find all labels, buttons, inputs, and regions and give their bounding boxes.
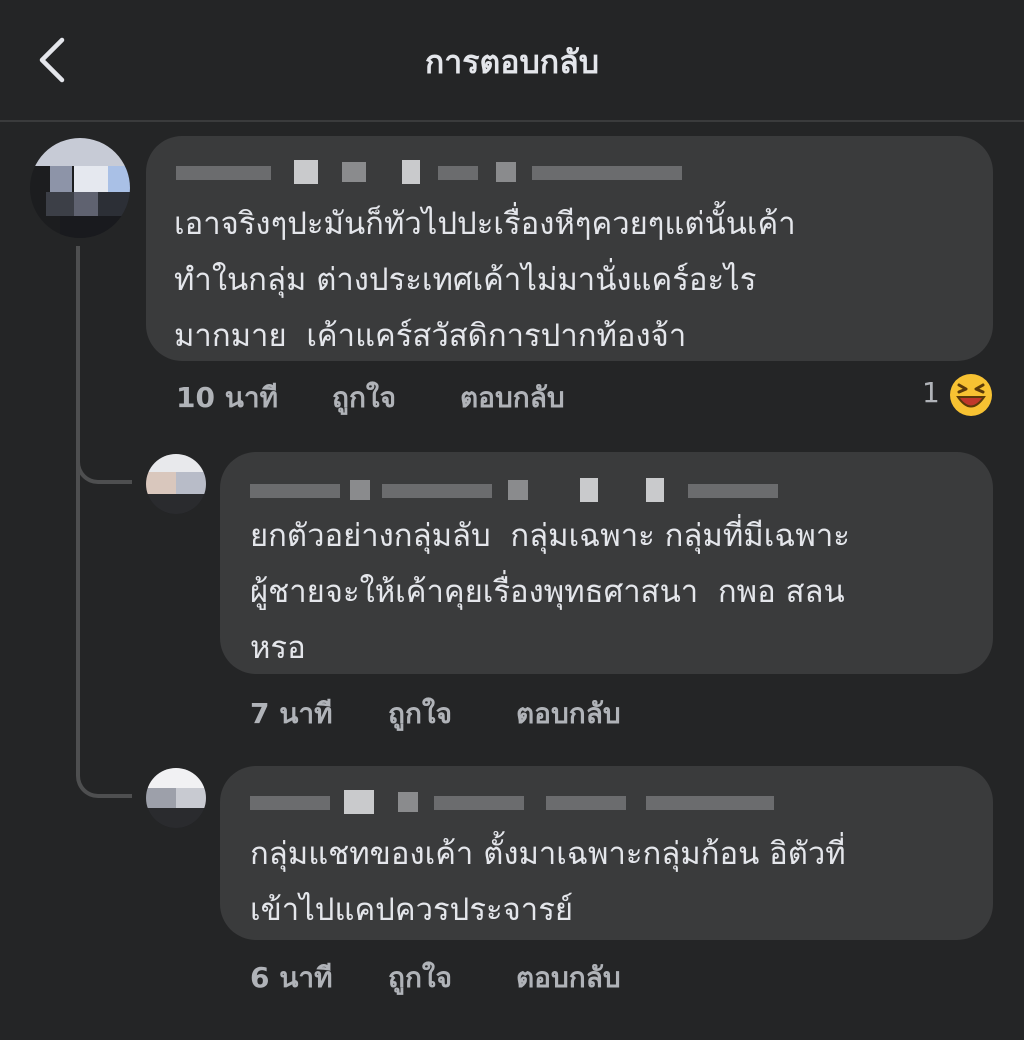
author-name-redacted[interactable] <box>176 152 716 188</box>
page-title: การตอบกลับ <box>424 43 600 81</box>
avatar-pixel <box>98 192 130 216</box>
timestamp: 10 นาที <box>176 381 279 414</box>
avatar[interactable] <box>146 768 206 828</box>
redaction-block <box>646 796 774 810</box>
avatar-pixel <box>30 138 130 166</box>
avatar-pixel <box>108 166 130 192</box>
comment-bubble[interactable]: ยกตัวอย่างกลุ่มลับ กลุ่มเฉพาะ กลุ่มที่มี… <box>220 452 993 674</box>
redaction-block <box>438 166 478 180</box>
comment-text: ยกตัวอย่างกลุ่มลับ กลุ่มเฉพาะ กลุ่มที่มี… <box>250 518 850 666</box>
avatar-pixel <box>46 192 74 216</box>
redaction-block <box>342 162 366 182</box>
redaction-block <box>294 160 318 184</box>
avatar-pixel <box>146 788 176 808</box>
author-name-redacted[interactable] <box>250 782 780 818</box>
redaction-block <box>688 484 778 498</box>
comment-bubble[interactable]: เอาจริงๆปะมันก็ทัวไปปะเรื่องหีๆควยๆแต่นั… <box>146 136 993 361</box>
redaction-block <box>532 166 682 180</box>
comment-actions: 10 นาที ถูกใจ ตอบกลับ <box>176 378 776 418</box>
avatar-pixel <box>146 472 176 494</box>
top-bar: การตอบกลับ <box>0 0 1024 120</box>
avatar[interactable] <box>30 138 130 238</box>
comment-actions: 6 นาที ถูกใจ ตอบกลับ <box>250 958 750 998</box>
thread-line <box>76 476 80 776</box>
redaction-block <box>580 478 598 502</box>
timestamp: 6 นาที <box>250 961 333 994</box>
chevron-left-icon <box>39 37 65 83</box>
redaction-block <box>496 162 516 182</box>
redaction-block <box>402 160 420 184</box>
avatar-pixel <box>176 472 206 494</box>
avatar[interactable] <box>146 454 206 514</box>
redaction-block <box>382 484 492 498</box>
avatar-pixel <box>176 788 206 808</box>
redaction-block <box>508 480 528 500</box>
redaction-block <box>646 478 664 502</box>
like-button[interactable]: ถูกใจ <box>388 958 452 998</box>
avatar-pixel <box>146 494 206 514</box>
thread-connector <box>76 440 132 484</box>
reply-button[interactable]: ตอบกลับ <box>460 378 565 418</box>
like-button[interactable]: ถูกใจ <box>388 694 452 734</box>
comment-text: เอาจริงๆปะมันก็ทัวไปปะเรื่องหีๆควยๆแต่นั… <box>174 206 796 354</box>
like-button[interactable]: ถูกใจ <box>332 378 396 418</box>
avatar-pixel <box>60 216 130 238</box>
redaction-block <box>350 480 370 500</box>
reaction-count: 1 <box>922 376 940 409</box>
redaction-block <box>344 790 374 814</box>
comment-bubble[interactable]: กลุ่มแชทของเค้า ตั้งมาเฉพาะกลุ่มก้อน อิต… <box>220 766 993 940</box>
redaction-block <box>546 796 626 810</box>
avatar-pixel <box>74 166 108 192</box>
redaction-block <box>176 166 271 180</box>
comment-actions: 7 นาที ถูกใจ ตอบกลับ <box>250 694 750 734</box>
avatar-pixel <box>146 454 206 472</box>
timestamp: 7 นาที <box>250 697 333 730</box>
reply-button[interactable]: ตอบกลับ <box>516 958 621 998</box>
reply-button[interactable]: ตอบกลับ <box>516 694 621 734</box>
header-divider <box>0 120 1024 122</box>
redaction-block <box>250 484 340 498</box>
avatar-pixel <box>74 192 98 216</box>
redaction-block <box>434 796 524 810</box>
redaction-block <box>250 796 330 810</box>
redaction-block <box>398 792 418 812</box>
author-name-redacted[interactable] <box>250 470 780 506</box>
avatar-pixel <box>146 808 206 828</box>
thread-connector <box>76 754 132 798</box>
avatar-pixel <box>146 768 206 788</box>
comment-text: กลุ่มแชทของเค้า ตั้งมาเฉพาะกลุ่มก้อน อิต… <box>250 836 846 928</box>
avatar-pixel <box>50 166 72 192</box>
back-button[interactable] <box>28 30 84 90</box>
laughing-emoji-icon <box>950 374 992 416</box>
